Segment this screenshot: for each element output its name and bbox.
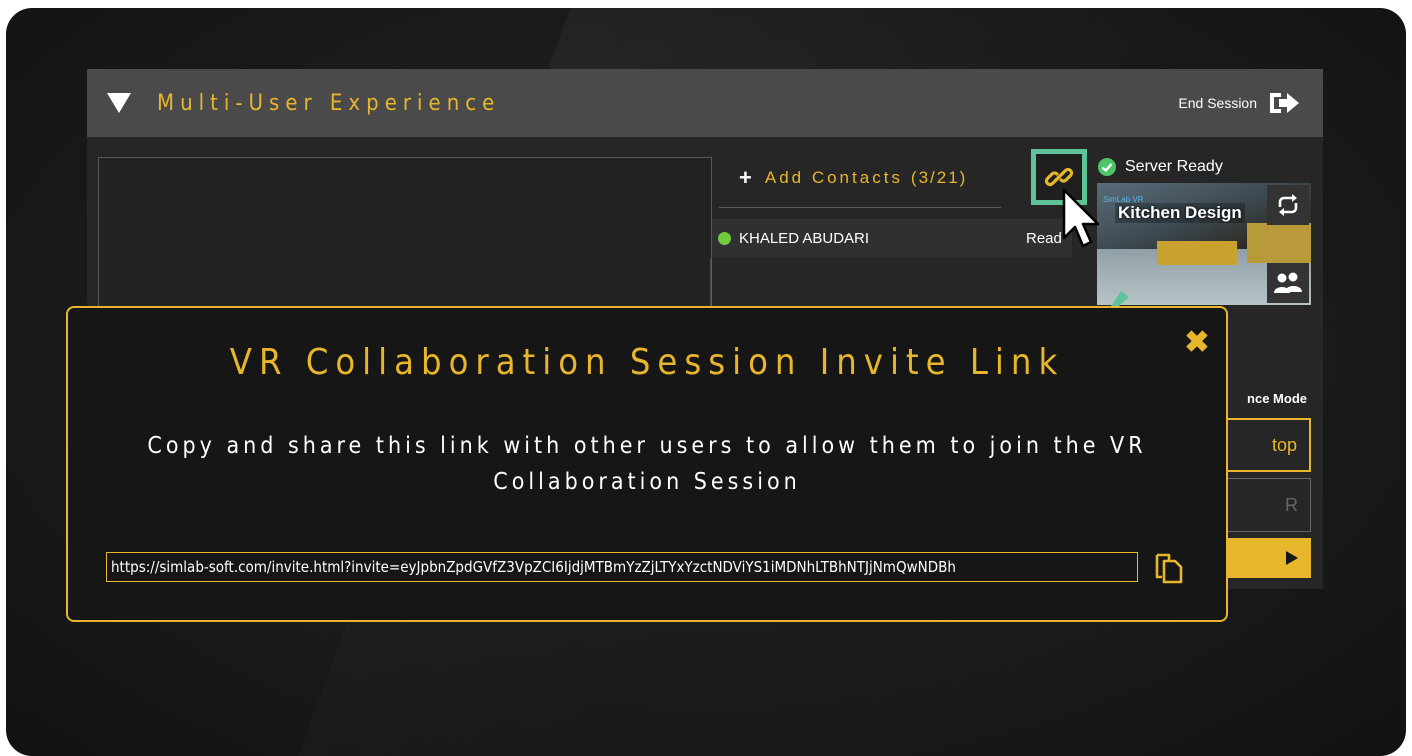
- add-contacts-label: Add Contacts: [764, 168, 903, 187]
- app-frame: Multi-User Experience End Session + Add …: [6, 8, 1406, 756]
- panel-titlebar[interactable]: Multi-User Experience End Session: [87, 69, 1323, 137]
- project-name: Kitchen Design: [1115, 203, 1245, 223]
- users-icon: [1274, 272, 1302, 293]
- invite-link-dialog: VR Collaboration Session Invite Link ✖ C…: [66, 306, 1228, 622]
- panel-title: Multi-User Experience: [157, 90, 501, 116]
- cursor-icon: [1062, 188, 1100, 248]
- users-button[interactable]: [1267, 263, 1309, 303]
- contacts-count: (3/21): [910, 168, 968, 187]
- play-icon: [1286, 551, 1298, 565]
- end-session-label: End Session: [1178, 95, 1257, 111]
- end-session-button[interactable]: End Session: [1178, 69, 1301, 137]
- server-status: Server Ready: [1097, 157, 1223, 177]
- exit-icon: [1270, 93, 1299, 113]
- experience-option-desktop[interactable]: top: [1217, 418, 1311, 472]
- check-circle-icon: [1098, 158, 1116, 176]
- thumbnail-island: [1157, 241, 1237, 265]
- invite-link-field[interactable]: https://simlab-soft.com/invite.html?invi…: [106, 552, 1138, 582]
- contact-status: Read: [1026, 229, 1062, 247]
- start-button[interactable]: [1217, 538, 1311, 578]
- plus-icon: +: [739, 165, 755, 190]
- sync-icon: [1278, 194, 1298, 216]
- contact-name: KHALED ABUDARI: [739, 229, 870, 247]
- contact-row[interactable]: KHALED ABUDARI Read: [712, 219, 1072, 257]
- dialog-title: VR Collaboration Session Invite Link: [229, 342, 1065, 383]
- experience-option-vr[interactable]: R: [1217, 478, 1311, 532]
- close-icon[interactable]: ✖: [1182, 328, 1212, 358]
- thumbnail-counter: [1247, 223, 1311, 263]
- server-status-label: Server Ready: [1125, 158, 1223, 175]
- copy-icon[interactable]: [1154, 552, 1184, 584]
- experience-mode-label: nce Mode: [1247, 391, 1307, 406]
- triangle-down-icon[interactable]: [107, 93, 131, 113]
- online-status-icon: [718, 231, 731, 245]
- dialog-message: Copy and share this link with other user…: [147, 433, 1147, 495]
- add-contacts-button[interactable]: + Add Contacts (3/21): [739, 165, 967, 191]
- divider: [719, 207, 1001, 208]
- sync-button[interactable]: [1267, 185, 1309, 225]
